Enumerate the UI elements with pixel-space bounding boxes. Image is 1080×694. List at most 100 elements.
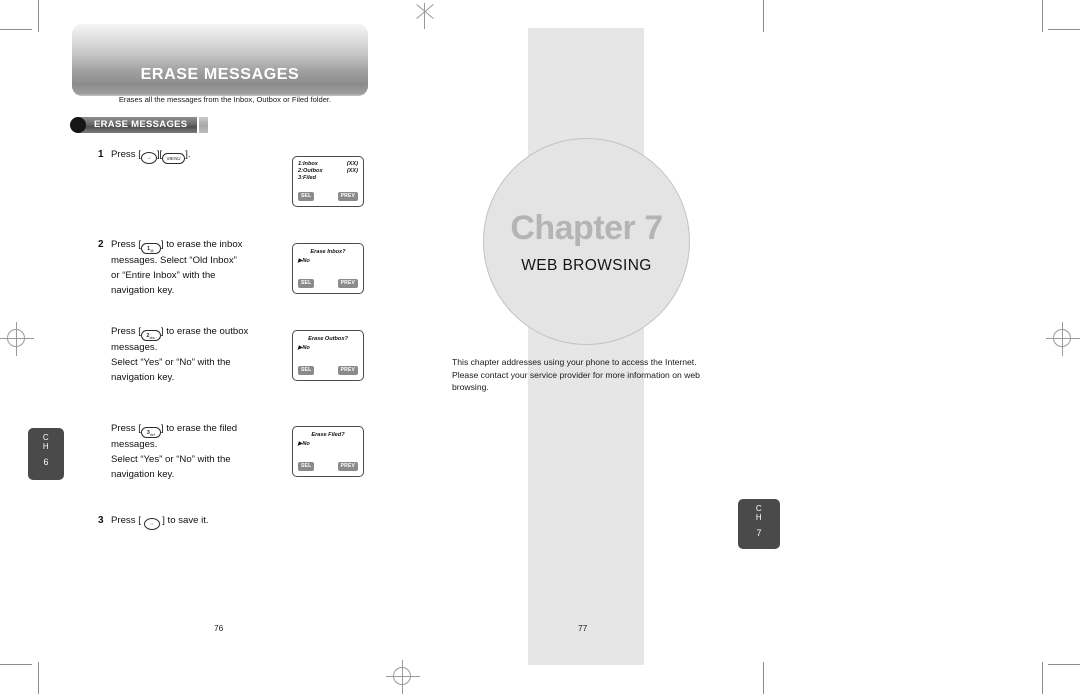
step-3-line4: navigation key. bbox=[111, 371, 175, 383]
lcd-softkey-bar-2: SEL PREV bbox=[298, 279, 358, 288]
page-number-right: 77 bbox=[578, 623, 588, 633]
step-2-number: 2 bbox=[98, 239, 104, 250]
step-1-pre: Press [ bbox=[111, 149, 141, 160]
navigation-key-icon: ·· bbox=[143, 517, 160, 530]
lcd-row-filed: 3:Filed bbox=[298, 175, 358, 182]
softkey-sel[interactable]: SEL bbox=[298, 192, 315, 201]
crop-mark-bottom-right-v bbox=[1042, 662, 1043, 694]
page-header-banner: ERASE MESSAGES bbox=[72, 24, 368, 96]
registration-mark-left bbox=[0, 322, 34, 356]
chapter-tab-7-h: H bbox=[755, 512, 763, 522]
menu-key-icon: MENU bbox=[162, 153, 186, 164]
navigation-key-icon: ·· bbox=[140, 151, 157, 164]
step-4-line3: Select “Yes” or “No” with the bbox=[111, 454, 231, 465]
step-1: 1 Press [··][MENU]. bbox=[98, 148, 296, 164]
lcd-filed-count bbox=[352, 175, 358, 182]
page-number-left: 76 bbox=[214, 623, 224, 633]
page-title: ERASE MESSAGES bbox=[140, 66, 300, 83]
softkey-sel[interactable]: SEL bbox=[298, 366, 315, 375]
registration-mark-top-center bbox=[408, 3, 442, 37]
step-2: 2 Press [1@.] to erase the inbox message… bbox=[98, 238, 296, 298]
crop-mark-bottom-left-h bbox=[0, 664, 32, 665]
step-4-post: ] to erase the filed bbox=[160, 423, 238, 434]
lcd-title-erase-filed: Erase Filed? bbox=[311, 432, 345, 438]
lcd-inbox-label: 1:Inbox bbox=[298, 161, 318, 167]
chapter-subtitle: WEB BROWSING bbox=[521, 256, 652, 274]
lcd-screen-erase-outbox: Erase Outbox? ▶No SEL PREV bbox=[292, 330, 364, 381]
key-2-icon: 2abc bbox=[140, 330, 161, 342]
chapter-description: This chapter addresses using your phone … bbox=[452, 357, 700, 393]
lcd-screen-message-folders: 1:Inbox (XX) 2:Outbox (XX) 3:Filed SEL P… bbox=[292, 156, 364, 207]
crop-mark-bottom-left-v bbox=[38, 662, 39, 694]
lcd-row-inbox: 1:Inbox (XX) bbox=[298, 161, 358, 168]
chapter-circle: Chapter 7 WEB BROWSING bbox=[483, 138, 690, 345]
registration-mark-right bbox=[1046, 322, 1080, 356]
page-subtitle: Erases all the messages from the Inbox, … bbox=[118, 95, 332, 104]
chapter-tab-7[interactable]: C H 7 bbox=[738, 499, 780, 549]
step-5-text: Press [ ·· ] to save it. bbox=[111, 514, 296, 530]
step-3: Press [2abc] to erase the outbox message… bbox=[98, 325, 296, 385]
right-page-gray-panel bbox=[528, 28, 644, 665]
step-2-line3: or “Entire Inbox” with the bbox=[111, 270, 216, 281]
step-3-pre: Press [ bbox=[111, 326, 141, 337]
lcd-inbox-count: (XX) bbox=[346, 161, 358, 167]
chapter-tab-6-number: 6 bbox=[43, 457, 49, 467]
step-1-number: 1 bbox=[98, 149, 104, 160]
crop-mark-top-left-h bbox=[0, 29, 32, 30]
step-3-post: ] to erase the outbox bbox=[160, 326, 249, 337]
section-badge: ERASE MESSAGES bbox=[70, 116, 209, 133]
lcd-softkey-bar-1: SEL PREV bbox=[298, 192, 358, 201]
lcd-option-value: No bbox=[302, 258, 310, 264]
step-2-text: Press [1@.] to erase the inbox messages.… bbox=[111, 238, 296, 298]
step-2-pre: Press [ bbox=[111, 239, 141, 250]
step-4-pre: Press [ bbox=[111, 423, 141, 434]
step-3-number bbox=[98, 325, 111, 385]
section-badge-tail bbox=[199, 116, 209, 133]
lcd-screen-erase-filed: Erase Filed? ▶No SEL PREV bbox=[292, 426, 364, 477]
section-badge-label: ERASE MESSAGES bbox=[78, 116, 198, 133]
step-4-text: Press [3def] to erase the filed messages… bbox=[111, 422, 296, 482]
lcd-filed-label: 3:Filed bbox=[298, 175, 317, 182]
chapter-tab-6[interactable]: C H 6 bbox=[28, 428, 64, 480]
step-1-text: Press [··][MENU]. bbox=[111, 148, 296, 164]
step-3-text: Press [2abc] to erase the outbox message… bbox=[111, 325, 296, 385]
crop-mark-top-center-v bbox=[763, 0, 764, 32]
lcd-outbox-count: (XX) bbox=[346, 168, 358, 175]
key-1-icon: 1@. bbox=[140, 243, 161, 255]
lcd-option-value: No bbox=[302, 441, 310, 447]
softkey-prev[interactable]: PREV bbox=[337, 462, 358, 471]
softkey-prev[interactable]: PREV bbox=[337, 279, 358, 288]
step-4-line2: messages. bbox=[111, 439, 158, 451]
lcd-title-erase-outbox: Erase Outbox? bbox=[308, 336, 348, 342]
softkey-prev[interactable]: PREV bbox=[337, 192, 358, 201]
lcd-softkey-bar-3: SEL PREV bbox=[298, 366, 358, 375]
softkey-prev[interactable]: PREV bbox=[337, 366, 358, 375]
crop-mark-bottom-right-h bbox=[1048, 664, 1080, 665]
step-5-pre: Press [ bbox=[111, 515, 141, 526]
key-3-icon: 3def bbox=[140, 427, 161, 439]
crop-mark-bottom-center-v bbox=[763, 662, 764, 694]
step-3-line2: messages. bbox=[111, 342, 158, 354]
chapter-heading: Chapter 7 bbox=[510, 208, 663, 247]
chapter-tab-6-h: H bbox=[42, 441, 50, 451]
step-2-post: ] to erase the inbox bbox=[160, 239, 243, 250]
lcd-title-erase-inbox: Erase Inbox? bbox=[310, 249, 346, 255]
lcd-screen-erase-inbox: Erase Inbox? ▶No SEL PREV bbox=[292, 243, 364, 294]
manual-spread: ERASE MESSAGES Erases all the messages f… bbox=[0, 0, 1080, 694]
step-4: Press [3def] to erase the filed messages… bbox=[98, 422, 296, 482]
softkey-sel[interactable]: SEL bbox=[298, 462, 315, 471]
crop-mark-top-right-v bbox=[1042, 0, 1043, 32]
chapter-tab-7-number: 7 bbox=[756, 528, 762, 538]
step-1-post: ]. bbox=[185, 149, 191, 160]
step-3-line3: Select “Yes” or “No” with the bbox=[111, 357, 231, 368]
step-5: 3 Press [ ·· ] to save it. bbox=[98, 514, 296, 530]
step-2-line4: navigation key. bbox=[111, 284, 175, 296]
step-5-post: ] to save it. bbox=[162, 515, 209, 526]
lcd-softkey-bar-4: SEL PREV bbox=[298, 462, 358, 471]
lcd-option-value: No bbox=[302, 345, 310, 351]
lcd-row-outbox: 2:Outbox (XX) bbox=[298, 168, 358, 175]
bullet-dot-icon bbox=[70, 116, 86, 133]
softkey-sel[interactable]: SEL bbox=[298, 279, 315, 288]
lcd-option-erase-outbox: ▶No bbox=[298, 345, 310, 351]
crop-mark-top-left-v bbox=[38, 0, 39, 32]
